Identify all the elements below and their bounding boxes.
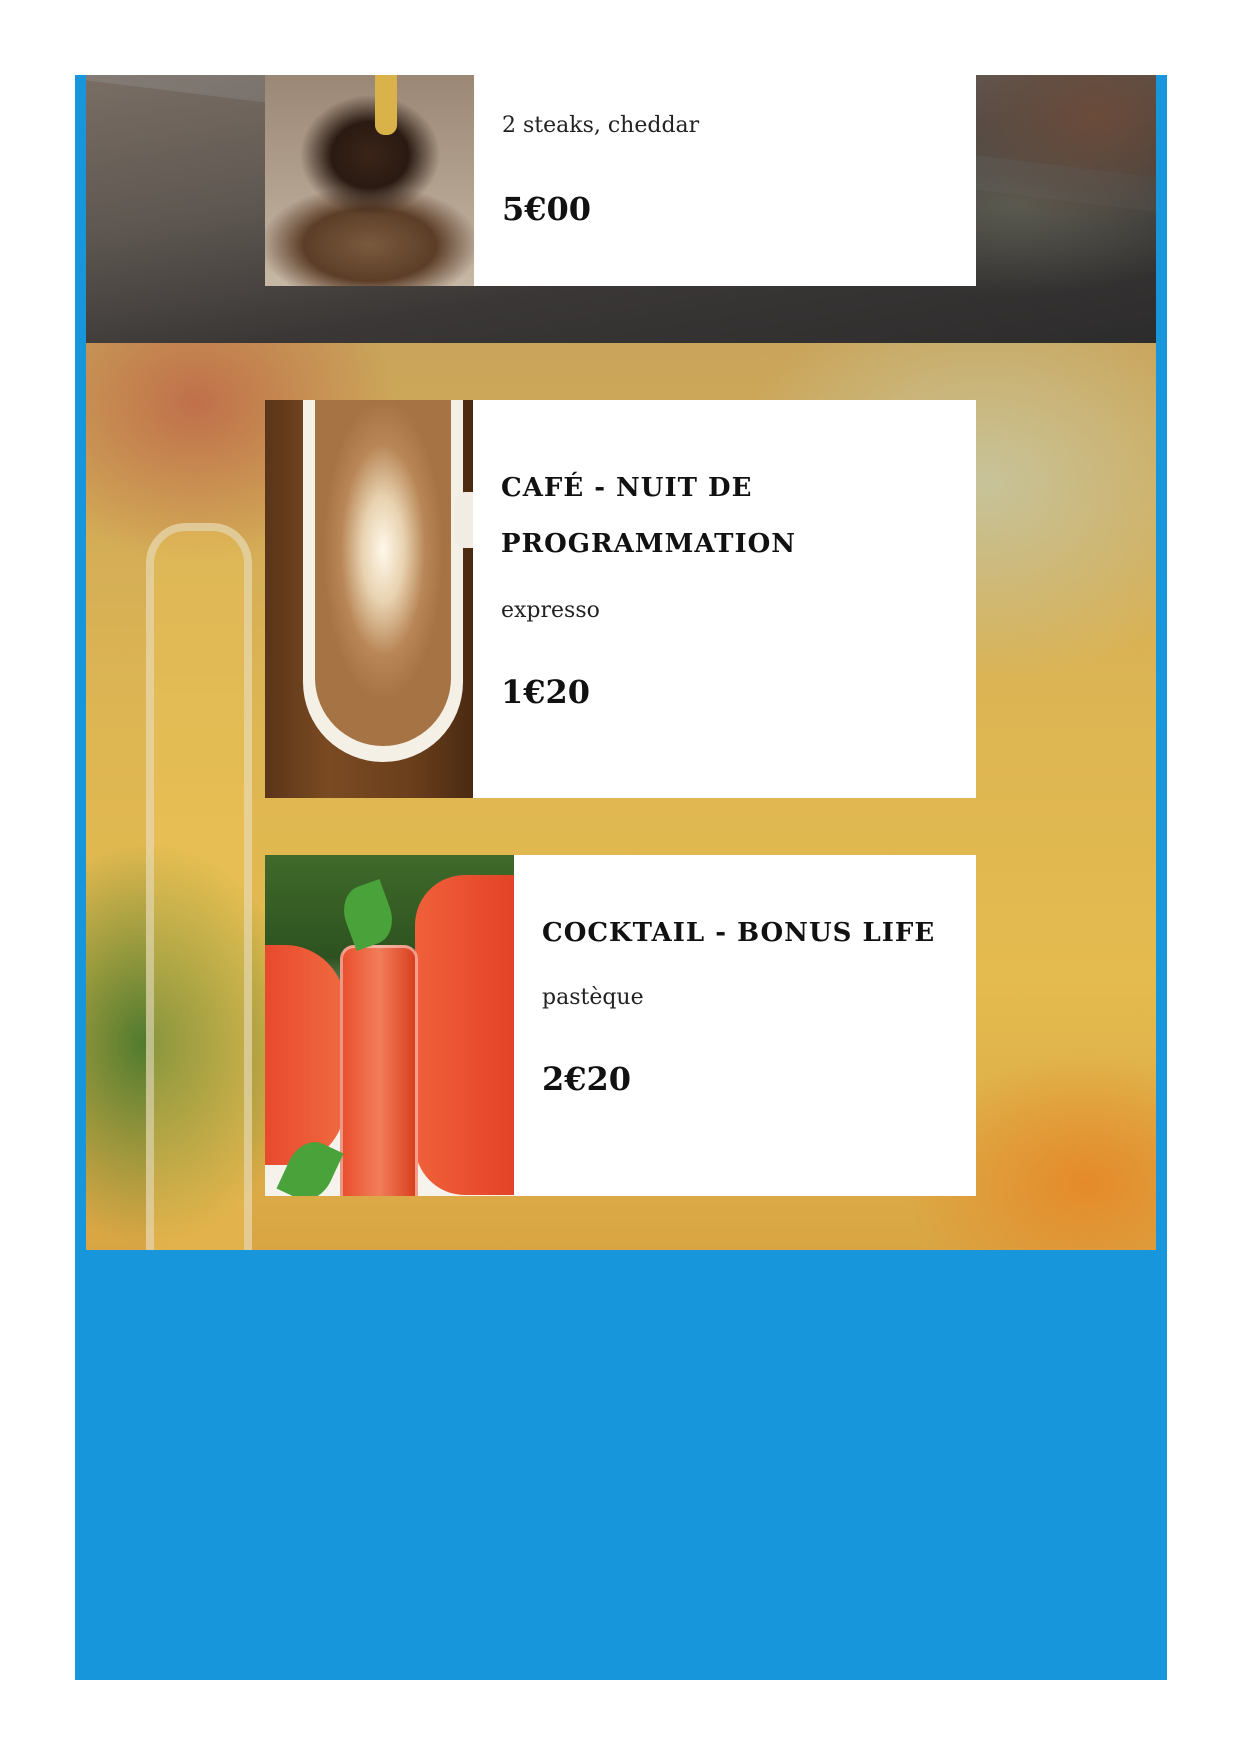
coffee-crema <box>315 400 451 746</box>
item-description: 2 steaks, cheddar <box>502 113 700 138</box>
watermelon-slice <box>265 945 345 1165</box>
menu-card-info: COCKTAIL - BONUS LIFE pastèque 2€20 <box>514 855 963 1196</box>
menu-card-cocktail[interactable]: COCKTAIL - BONUS LIFE pastèque 2€20 <box>265 855 976 1196</box>
menu-card-burger[interactable]: 2 steaks, cheddar 5€00 <box>265 75 976 286</box>
watermelon-slice <box>415 875 514 1195</box>
menu-card-info: CAFÉ - NUIT DE PROGRAMMATION expresso 1€… <box>473 400 889 798</box>
burger-photo <box>265 75 474 286</box>
item-title: CAFÉ - NUIT DE PROGRAMMATION <box>501 473 797 559</box>
item-description: expresso <box>501 598 600 623</box>
item-title: COCKTAIL - BONUS LIFE <box>542 918 936 948</box>
item-description: pastèque <box>542 985 644 1010</box>
item-price: 1€20 <box>501 673 591 711</box>
burger-cheese <box>375 75 397 135</box>
menu-card-cafe[interactable]: CAFÉ - NUIT DE PROGRAMMATION expresso 1€… <box>265 400 976 798</box>
coffee-latte-art-photo <box>265 400 473 798</box>
coffee-cup-handle <box>455 492 473 548</box>
watermelon-cocktail-photo <box>265 855 514 1196</box>
background-glass <box>146 523 252 1250</box>
page-frame: 2 steaks, cheddar 5€00 CAFÉ - NUIT DE PR… <box>75 75 1167 1680</box>
menu-card-info: 2 steaks, cheddar 5€00 <box>474 75 727 286</box>
item-price: 5€00 <box>502 190 592 228</box>
mint-leaf <box>336 878 400 952</box>
cocktail-bottle <box>340 945 418 1196</box>
item-price: 2€20 <box>542 1060 632 1098</box>
